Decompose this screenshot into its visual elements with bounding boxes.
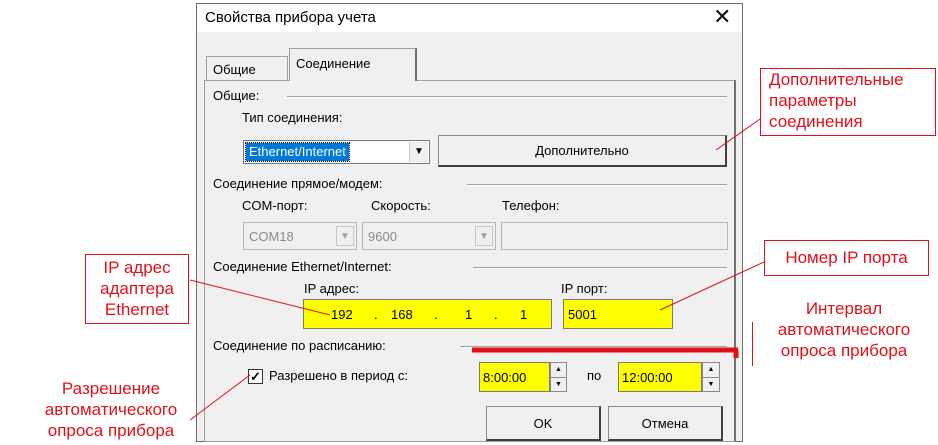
annotation-text: Ethernet [104,300,170,319]
annotation-text: опроса прибора [47,421,175,440]
annotation-interval-bracket [752,322,753,366]
annotation-text: опроса прибора [780,341,908,360]
annotation-text: Разрешение [61,379,161,398]
annotation-text: параметры [769,91,857,110]
annotation-text: автоматического [44,400,178,419]
annotation-text: адаптера [100,279,174,298]
annotation-text: Интервал [805,299,883,318]
annotation-permission: Разрешение автоматического опроса прибор… [30,378,192,441]
tab-connection[interactable]: Соединение [289,48,417,81]
annotation-text: Номер IP порта [785,248,908,267]
tab-connection-label: Соединение [296,56,371,71]
annotation-text: соединения [769,112,863,131]
annotation-text: IP адрес [103,258,171,277]
leader-line-permission [189,374,251,421]
annotation-ip-port: Номер IP порта [764,240,929,276]
leader-line-ip-adapter [189,279,331,316]
annotation-extra-params: Дополнительные параметры соединения [760,68,936,136]
annotation-ip-adapter: IP адрес адаптера Ethernet [85,254,189,324]
leader-line-ip-port [659,261,765,311]
annotation-text: Дополнительные [769,70,904,89]
annotation-interval: Интервал автоматического опроса прибора [752,298,936,361]
annotation-text: автоматического [777,320,911,339]
